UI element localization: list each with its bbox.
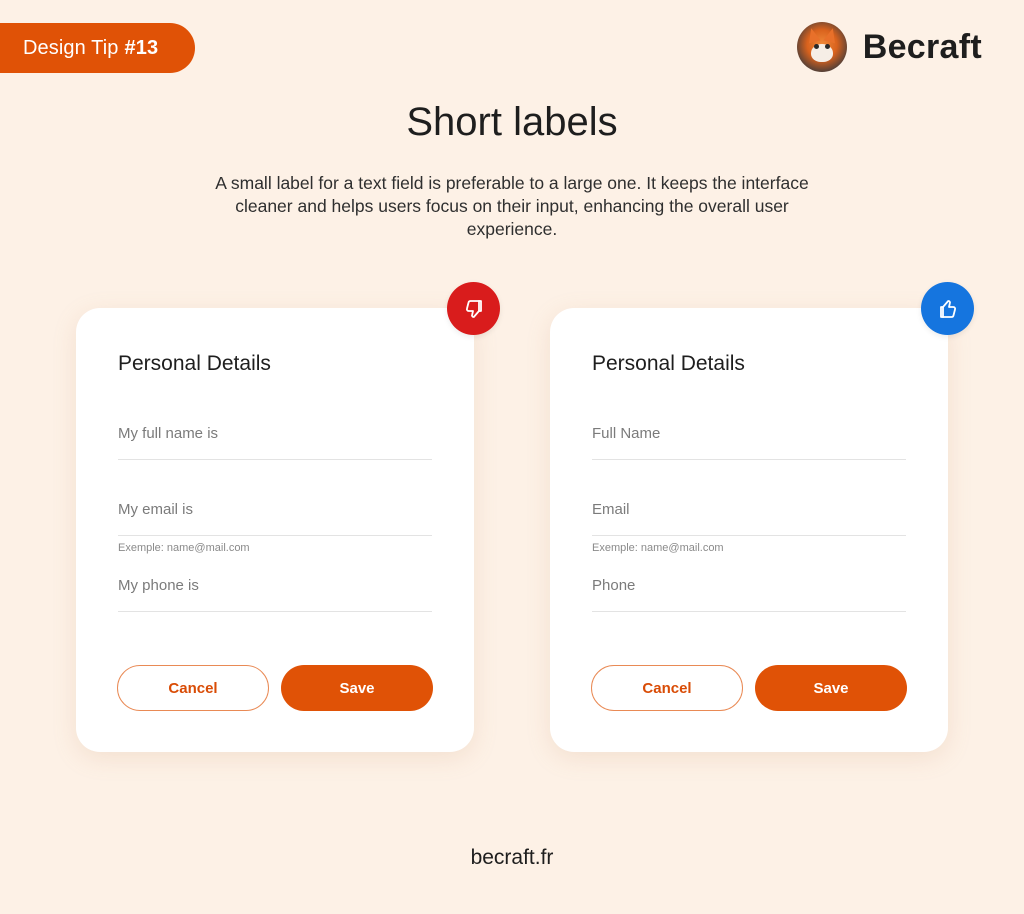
good-example-card: Personal Details Exemple: name@mail.com … bbox=[550, 308, 948, 752]
design-tip-badge: Design Tip #13 bbox=[0, 23, 195, 73]
email-field[interactable] bbox=[118, 492, 432, 536]
fox-avatar-icon bbox=[796, 22, 847, 72]
phone-field[interactable] bbox=[592, 568, 906, 612]
phone-input[interactable] bbox=[592, 568, 906, 594]
email-field[interactable] bbox=[592, 492, 906, 536]
brand-logo: Becraft bbox=[796, 22, 982, 72]
email-helper-text: Exemple: name@mail.com bbox=[592, 542, 724, 554]
card-title: Personal Details bbox=[592, 352, 745, 375]
save-button[interactable]: Save bbox=[281, 665, 433, 711]
page-title: Short labels bbox=[406, 100, 618, 144]
thumbs-down-icon bbox=[447, 282, 500, 335]
save-button[interactable]: Save bbox=[755, 665, 907, 711]
thumbs-up-icon bbox=[921, 282, 974, 335]
design-tip-number: #13 bbox=[124, 36, 159, 59]
full-name-input[interactable] bbox=[592, 416, 906, 442]
bad-example-card: Personal Details Exemple: name@mail.com … bbox=[76, 308, 474, 752]
cancel-button[interactable]: Cancel bbox=[591, 665, 743, 711]
page-description: A small label for a text field is prefer… bbox=[215, 173, 809, 239]
cancel-button[interactable]: Cancel bbox=[117, 665, 269, 711]
full-name-input[interactable] bbox=[118, 416, 432, 442]
design-tip-label: Design Tip bbox=[23, 36, 119, 59]
phone-field[interactable] bbox=[118, 568, 432, 612]
email-input[interactable] bbox=[118, 492, 432, 518]
phone-input[interactable] bbox=[118, 568, 432, 594]
footer-url: becraft.fr bbox=[470, 846, 554, 869]
brand-name: Becraft bbox=[862, 27, 982, 66]
email-helper-text: Exemple: name@mail.com bbox=[118, 542, 250, 554]
email-input[interactable] bbox=[592, 492, 906, 518]
full-name-field[interactable] bbox=[118, 416, 432, 460]
card-title: Personal Details bbox=[118, 352, 271, 375]
full-name-field[interactable] bbox=[592, 416, 906, 460]
